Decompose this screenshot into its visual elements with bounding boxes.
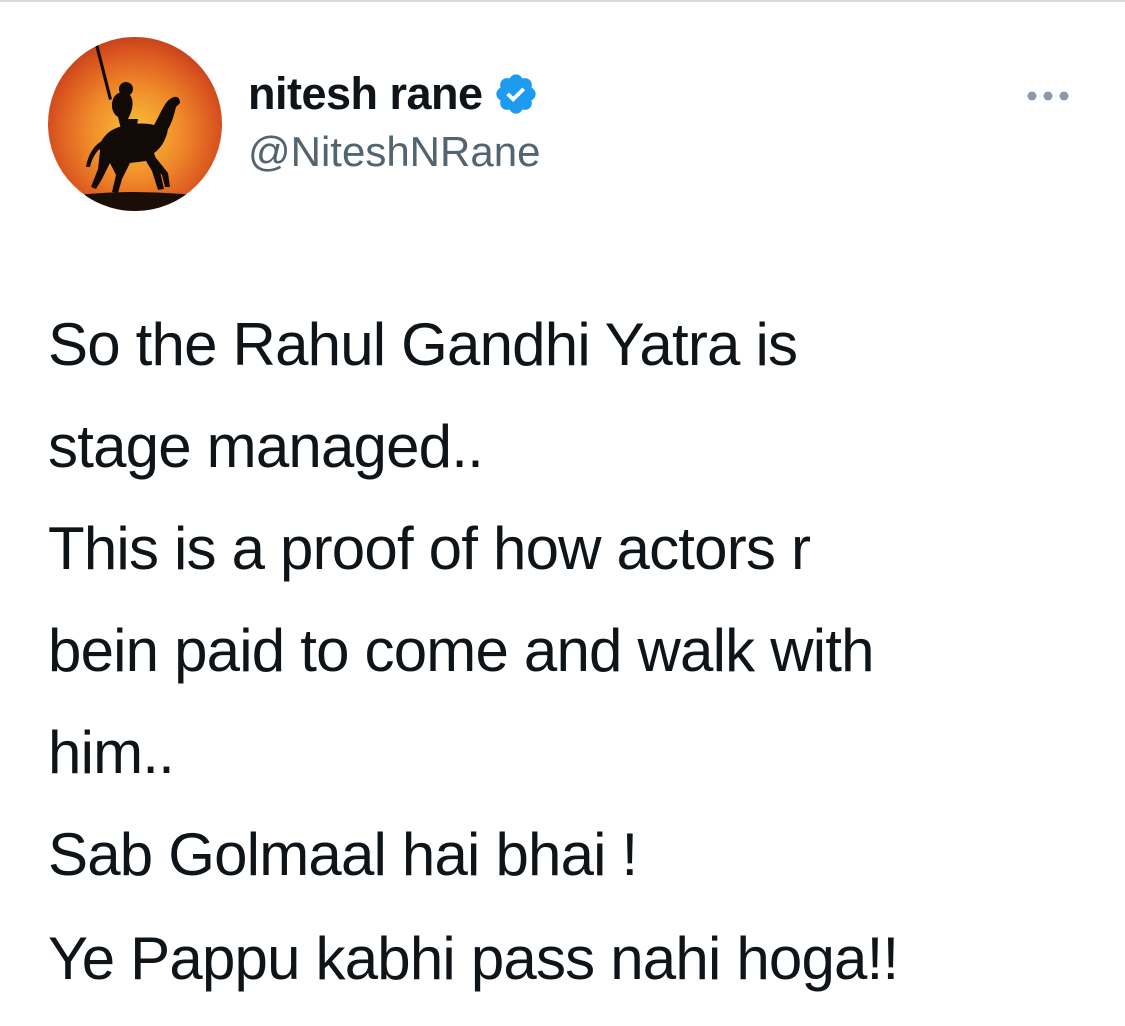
tweet-header: nitesh rane @NiteshNRane: [248, 62, 540, 176]
tweet: nitesh rane @NiteshNRane So the Rahul Ga…: [0, 0, 1125, 1026]
tweet-text-line: stage managed..: [48, 413, 484, 480]
name-row: nitesh rane: [248, 62, 540, 126]
verified-badge-icon: [493, 71, 539, 117]
tweet-text-line: Sab Golmaal hai bhai !: [48, 821, 638, 888]
tweet-text-line: bein paid to come and walk with: [48, 617, 875, 684]
tweet-text: So the Rahul Gandhi Yatra is stage manag…: [48, 294, 1098, 906]
tweet-text-line: him..: [48, 719, 175, 786]
author-display-name[interactable]: nitesh rane: [248, 68, 483, 120]
avatar[interactable]: [48, 37, 222, 211]
tweet-text-line: This is a proof of how actors r: [48, 515, 811, 582]
more-options-icon: [1027, 91, 1069, 101]
tweet-text-line: So the Rahul Gandhi Yatra is: [48, 311, 798, 378]
avatar-silhouette-icon: [48, 37, 222, 211]
more-options-button[interactable]: [1022, 78, 1074, 114]
author-handle[interactable]: @NiteshNRane: [248, 128, 540, 176]
tweet-text-line: Ye Pappu kabhi pass nahi hoga!!: [48, 925, 899, 992]
